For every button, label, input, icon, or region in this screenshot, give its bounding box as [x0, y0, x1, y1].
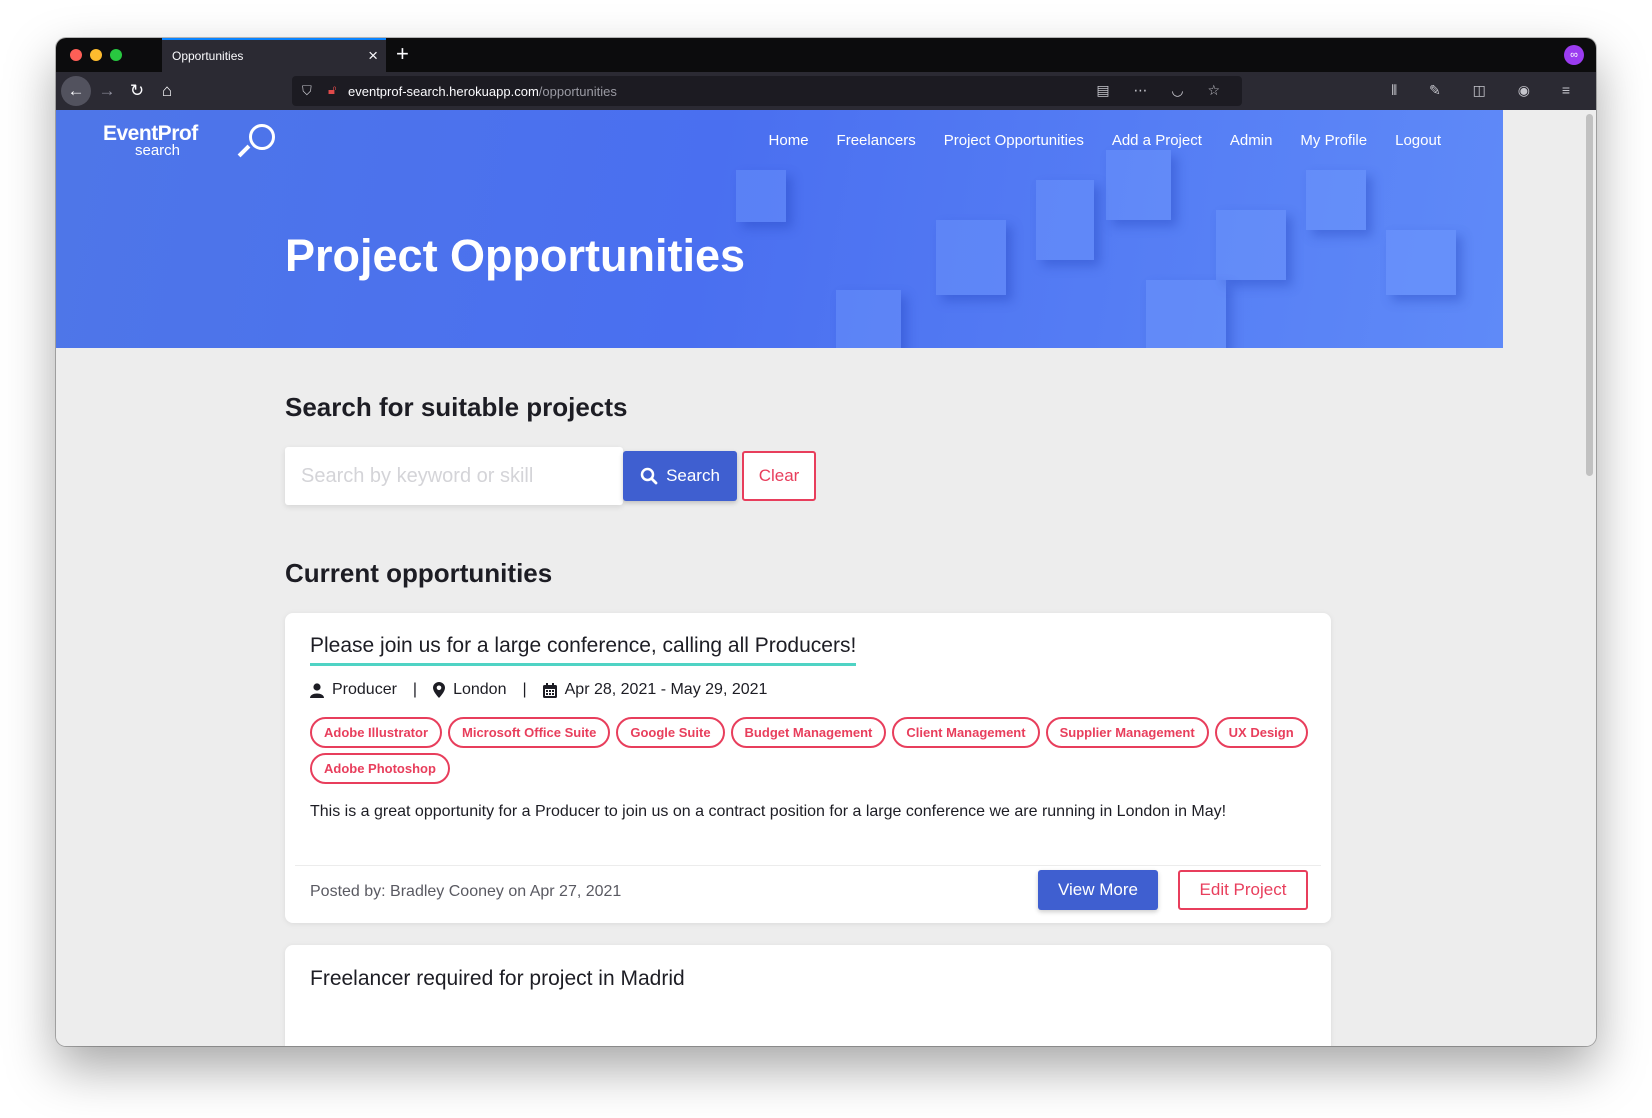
view-more-button[interactable]: View More [1038, 870, 1158, 910]
opportunity-card: Please join us for a large conference, c… [285, 613, 1331, 923]
page-title: Project Opportunities [285, 230, 746, 281]
clear-button[interactable]: Clear [742, 451, 816, 501]
skill-tag: Adobe Illustrator [310, 717, 443, 748]
calendar-icon [542, 682, 557, 698]
url-path: /opportunities [538, 84, 617, 99]
opportunity-description: This is a great opportunity for a Produc… [310, 803, 1227, 820]
magnifier-handle [237, 144, 251, 158]
tab-bar: Opportunities × + ∞ [56, 38, 1596, 72]
page-viewport: EventProf search Home Freelancers Projec… [56, 110, 1503, 1046]
toolbar-icons[interactable]: ⫴ ✎ ◫ ◉ ≡ [1391, 82, 1584, 99]
skill-tag: Budget Management [730, 717, 887, 748]
nav-bar: ← → ↻ ⌂ ⛉ 🔓︎ eventprof-search.herokuapp.… [56, 72, 1596, 110]
menu-my-profile[interactable]: My Profile [1300, 132, 1367, 149]
edit-project-button[interactable]: Edit Project [1178, 870, 1308, 910]
shield-icon[interactable]: ⛉ [302, 83, 312, 99]
opportunity-title[interactable]: Freelancer required for project in Madri… [310, 967, 685, 996]
skill-tags: Adobe Illustrator Microsoft Office Suite… [310, 717, 1310, 784]
skill-tag: Supplier Management [1045, 717, 1209, 748]
hero-banner: EventProf search Home Freelancers Projec… [56, 110, 1503, 348]
menu-add-project[interactable]: Add a Project [1112, 132, 1202, 149]
insecure-lock-icon[interactable]: 🔓︎ [328, 82, 336, 98]
opportunity-meta: Producer | London | Apr 28, 2021 - May 2… [310, 681, 767, 699]
opportunity-location: London [453, 681, 507, 698]
url-bar[interactable]: ⛉ 🔓︎ eventprof-search.herokuapp.com/oppo… [292, 76, 1242, 106]
meta-separator: | [412, 681, 418, 698]
search-button[interactable]: Search [623, 451, 737, 501]
decor-cube [836, 290, 901, 348]
skill-tag: Google Suite [616, 717, 725, 748]
url-host: eventprof-search.herokuapp.com [348, 84, 539, 99]
meta-separator: | [522, 681, 527, 698]
skill-tag: Microsoft Office Suite [448, 717, 611, 748]
search-heading: Search for suitable projects [285, 392, 628, 422]
decor-cube [1106, 150, 1171, 220]
decor-cube [1216, 210, 1286, 280]
menu-logout[interactable]: Logout [1395, 132, 1441, 149]
opportunity-title[interactable]: Please join us for a large conference, c… [310, 634, 857, 666]
minimize-window-button[interactable] [90, 49, 102, 61]
maximize-window-button[interactable] [110, 49, 122, 61]
reload-button[interactable]: ↻ [122, 76, 152, 106]
forward-button[interactable]: → [92, 76, 122, 106]
search-input[interactable] [285, 447, 623, 505]
decor-cube [1386, 230, 1456, 295]
decor-cube [1036, 180, 1094, 260]
map-pin-icon [433, 682, 446, 698]
eventprof-logo[interactable]: EventProf search [103, 122, 275, 159]
opportunities-heading: Current opportunities [285, 558, 553, 588]
decor-cube [736, 170, 786, 222]
menu-project-opportunities[interactable]: Project Opportunities [944, 132, 1084, 149]
opportunity-role: Producer [332, 681, 397, 698]
search-button-label: Search [666, 466, 720, 485]
decor-cube [1146, 280, 1226, 348]
url-actions-icons[interactable]: ▤ ⋯ ◡ ☆ [1096, 82, 1230, 99]
scrollbar-thumb[interactable] [1586, 114, 1593, 476]
user-icon [310, 682, 324, 698]
menu-admin[interactable]: Admin [1230, 132, 1273, 149]
skill-tag: Client Management [892, 717, 1040, 748]
back-button[interactable]: ← [61, 76, 91, 106]
skill-tag: Adobe Photoshop [310, 753, 450, 784]
url-text: eventprof-search.herokuapp.com/opportuni… [348, 84, 617, 99]
page-scrollbar[interactable] [1582, 110, 1596, 1046]
tab-title: Opportunities [172, 49, 244, 63]
opportunity-dates: Apr 28, 2021 - May 29, 2021 [564, 681, 768, 698]
menu-freelancers[interactable]: Freelancers [837, 132, 916, 149]
private-mask-icon[interactable]: ∞ [1564, 45, 1584, 65]
magnifier-icon [249, 124, 275, 150]
decor-cube [1306, 170, 1366, 230]
posted-by: Posted by: Bradley Cooney on Apr 27, 202… [310, 883, 622, 900]
skill-tag: UX Design [1214, 717, 1308, 748]
card-divider [295, 865, 1321, 866]
new-tab-button[interactable]: + [396, 41, 409, 67]
close-window-button[interactable] [70, 49, 82, 61]
home-button[interactable]: ⌂ [152, 76, 182, 106]
main-menu: Home Freelancers Project Opportunities A… [769, 132, 1441, 149]
decor-cube [936, 220, 1006, 295]
browser-window: Opportunities × + ∞ ← → ↻ ⌂ ⛉ 🔓︎ eventpr… [56, 38, 1596, 1046]
opportunity-card: Freelancer required for project in Madri… [285, 945, 1331, 1046]
tab-opportunities[interactable]: Opportunities × [162, 38, 386, 72]
close-tab-icon[interactable]: × [368, 46, 378, 66]
menu-home[interactable]: Home [769, 132, 809, 149]
search-icon [640, 467, 658, 485]
